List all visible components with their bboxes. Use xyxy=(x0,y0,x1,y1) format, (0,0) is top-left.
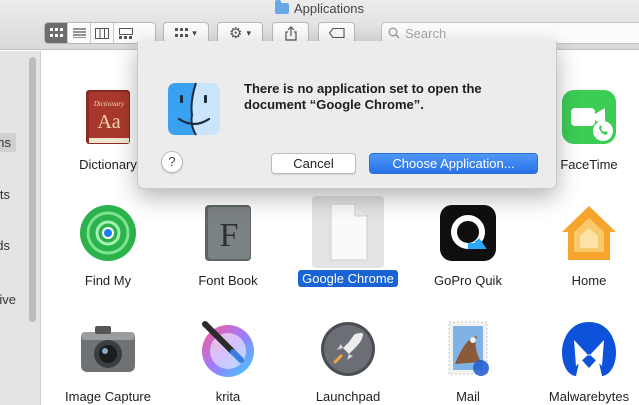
gear-icon: ⚙ xyxy=(229,25,243,42)
finder-icon xyxy=(166,81,222,137)
find-my-icon xyxy=(77,202,139,264)
icon-view-button[interactable] xyxy=(45,23,68,43)
app-item-google-chrome[interactable]: Google Chrome xyxy=(288,196,408,288)
selection-highlight xyxy=(312,196,384,268)
app-label: Google Chrome xyxy=(298,270,398,287)
sidebar-item-downloads[interactable]: ds xyxy=(0,238,10,253)
app-item-malwarebytes[interactable]: Malwarebytes xyxy=(529,318,639,405)
app-item-find-my[interactable]: Find My xyxy=(48,202,168,290)
malwarebytes-icon xyxy=(558,318,620,380)
sidebar: ons ts ds ive xyxy=(0,51,41,405)
column-view-button[interactable] xyxy=(91,23,114,43)
svg-text:F: F xyxy=(220,217,239,254)
svg-text:Dictionary: Dictionary xyxy=(93,100,125,108)
cancel-button[interactable]: Cancel xyxy=(271,153,356,174)
gallery-icon xyxy=(118,27,133,39)
app-label: Dictionary xyxy=(79,157,137,172)
gopro-quik-icon xyxy=(437,202,499,264)
help-button[interactable]: ? xyxy=(161,151,183,173)
sidebar-item-documents[interactable]: ts xyxy=(0,187,10,202)
app-label: Find My xyxy=(84,273,132,288)
sidebar-item-icloud-drive[interactable]: ive xyxy=(0,292,16,307)
list-view-button[interactable] xyxy=(68,23,91,43)
columns-icon xyxy=(95,27,109,39)
grid-icon xyxy=(49,28,63,37)
search-input[interactable] xyxy=(400,25,600,41)
chevron-down-icon: ▾ xyxy=(246,27,251,38)
window-title-text: Applications xyxy=(293,1,365,16)
app-label: Malwarebytes xyxy=(548,389,630,404)
app-label: FaceTime xyxy=(560,157,618,172)
font-book-icon: F xyxy=(197,202,259,264)
app-item-font-book[interactable]: F Font Book xyxy=(168,202,288,290)
dictionary-icon: Dictionary Aa xyxy=(77,86,139,148)
sidebar-item-applications[interactable]: ons xyxy=(0,133,16,152)
mail-stamp-icon xyxy=(437,318,499,380)
app-item-krita[interactable]: krita xyxy=(168,318,288,405)
gallery-view-button[interactable] xyxy=(114,23,137,43)
share-icon xyxy=(284,25,297,41)
app-item-home[interactable]: Home xyxy=(529,202,639,290)
sidebar-scrollbar[interactable] xyxy=(29,57,36,322)
app-label: Home xyxy=(571,273,607,288)
group-grid-icon xyxy=(175,28,189,37)
app-label: Font Book xyxy=(198,273,258,288)
sidebar-item-label: ons xyxy=(0,135,11,150)
sidebar-item-label: ive xyxy=(0,292,16,307)
sidebar-item-label: ts xyxy=(0,187,10,202)
svg-text:Aa: Aa xyxy=(97,111,120,133)
tag-icon xyxy=(328,28,345,38)
app-label: Launchpad xyxy=(315,389,381,404)
rocket-icon xyxy=(317,318,379,380)
camera-icon xyxy=(77,318,139,380)
chevron-down-icon: ▾ xyxy=(192,27,197,38)
sidebar-item-label: ds xyxy=(0,238,10,253)
krita-icon xyxy=(197,318,259,380)
list-icon xyxy=(72,28,86,38)
document-icon xyxy=(317,201,379,263)
folder-icon xyxy=(274,0,289,14)
app-item-gopro-quik[interactable]: GoPro Quik xyxy=(408,202,528,290)
window-title: Applications xyxy=(0,0,639,18)
app-label: Image Capture xyxy=(65,389,151,404)
home-icon xyxy=(558,202,620,264)
search-icon xyxy=(388,27,400,39)
app-label: GoPro Quik xyxy=(434,273,502,288)
app-item-image-capture[interactable]: Image Capture xyxy=(48,318,168,405)
no-application-dialog: There is no application set to open the … xyxy=(137,41,557,189)
dialog-message: There is no application set to open the … xyxy=(244,81,482,112)
app-label: Mail xyxy=(456,389,480,404)
app-item-launchpad[interactable]: Launchpad xyxy=(288,318,408,405)
app-label: krita xyxy=(215,389,241,404)
facetime-icon xyxy=(558,86,620,148)
choose-application-button[interactable]: Choose Application... xyxy=(369,153,538,174)
app-item-mail[interactable]: Mail xyxy=(408,318,528,405)
